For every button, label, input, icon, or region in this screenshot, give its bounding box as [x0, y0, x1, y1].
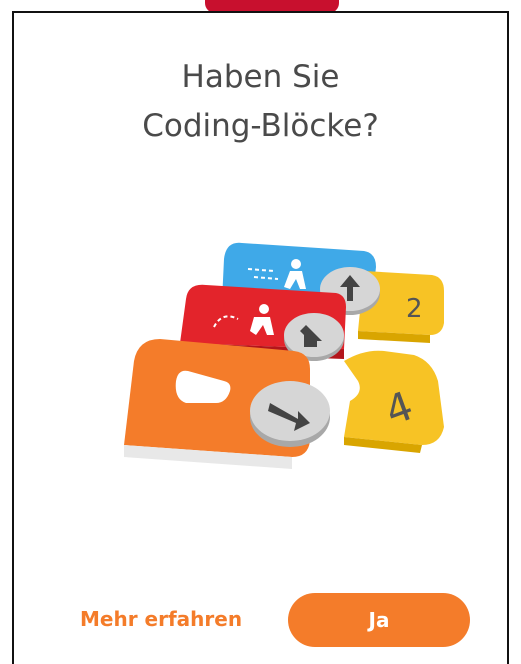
arrow-right-knob: [250, 381, 330, 447]
dialog-card: Haben Sie Coding-Blöcke? 2 4 Mehr erfahr…: [12, 11, 509, 664]
learn-more-link[interactable]: Mehr erfahren: [80, 607, 242, 631]
block-number-2: 2: [406, 294, 423, 324]
dialog-footer: Mehr erfahren Ja: [14, 593, 507, 649]
coding-blocks-image: 2 4: [124, 242, 444, 469]
yellow-block-4: 4: [344, 350, 444, 453]
dialog-title-line-2: Coding-Blöcke?: [142, 108, 379, 144]
yes-button[interactable]: Ja: [288, 593, 470, 647]
dialog-title-line-1: Haben Sie: [181, 59, 340, 95]
dialog-title: Haben Sie Coding-Blöcke?: [14, 53, 507, 151]
